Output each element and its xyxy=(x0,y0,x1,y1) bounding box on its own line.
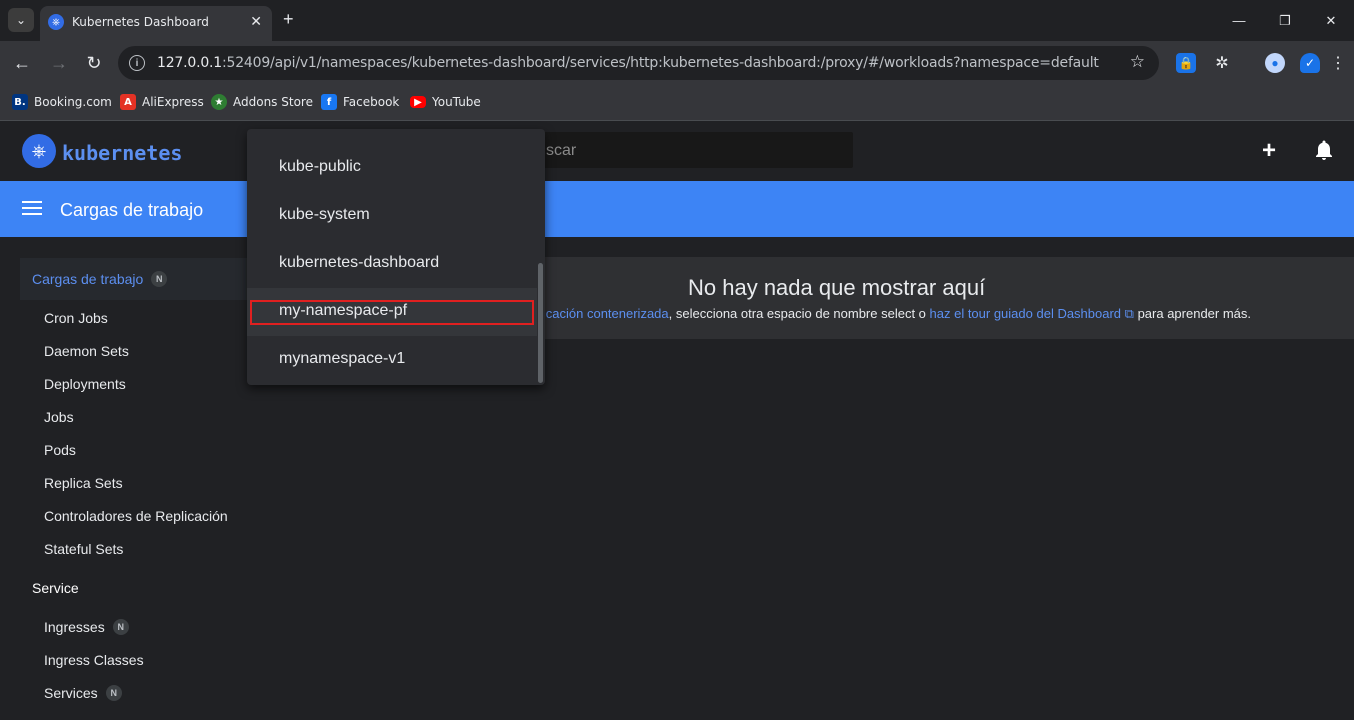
namespace-option[interactable]: kube-public xyxy=(247,144,537,192)
search-input[interactable]: scar xyxy=(500,132,853,168)
sidebar-item-daemon-sets[interactable]: Daemon Sets xyxy=(44,343,129,359)
close-tab-icon[interactable]: ✕ xyxy=(250,13,262,30)
bookmark-youtube[interactable]: ▶ YouTube xyxy=(410,93,481,111)
app-header: ⎈ kubernetes scar + xyxy=(0,121,1354,181)
sidebar-item-replication-controllers[interactable]: Controladores de Replicación xyxy=(44,508,228,524)
reload-icon[interactable]: ↻ xyxy=(82,51,106,75)
bookmark-facebook[interactable]: f Facebook xyxy=(321,93,399,111)
dropdown-scrollbar[interactable] xyxy=(538,263,543,383)
section-title: Cargas de trabajo xyxy=(60,200,204,220)
security-extension-icon[interactable]: ✓ xyxy=(1300,53,1320,73)
kubernetes-favicon-icon: ⎈ xyxy=(48,14,64,30)
section-toolbar: Cargas de trabajo xyxy=(0,181,1354,237)
namespace-option[interactable]: kube-system xyxy=(247,192,537,240)
sidebar-item-jobs[interactable]: Jobs xyxy=(44,409,74,425)
external-link-icon: ⧉ xyxy=(1121,306,1134,321)
browser-toolbar: ← → ↻ i 127.0.0.1:52409/api/v1/namespace… xyxy=(0,41,1354,86)
forward-icon[interactable]: → xyxy=(47,51,71,75)
restore-icon[interactable]: ❐ xyxy=(1262,0,1308,41)
brand-title[interactable]: kubernetes xyxy=(62,141,182,165)
sidebar-group-workloads[interactable]: Cargas de trabajo N xyxy=(20,258,248,300)
profile-avatar-icon[interactable]: ● xyxy=(1265,53,1285,73)
sidebar-item-replica-sets[interactable]: Replica Sets xyxy=(44,475,123,491)
tab-search-button[interactable]: ⌄ xyxy=(8,8,34,32)
namespaced-badge: N xyxy=(112,619,129,635)
bookmark-aliexpress[interactable]: A AliExpress xyxy=(120,93,204,111)
namespace-option[interactable]: kubernetes-dashboard xyxy=(247,240,537,288)
sidebar-nav: Cargas de trabajo N Cron Jobs Daemon Set… xyxy=(0,237,248,720)
site-info-icon[interactable]: i xyxy=(129,55,145,71)
sidebar-group-service[interactable]: Service xyxy=(20,567,248,609)
address-bar[interactable]: i 127.0.0.1:52409/api/v1/namespaces/kube… xyxy=(118,46,1159,80)
sidebar-item-cron-jobs[interactable]: Cron Jobs xyxy=(44,310,108,326)
bookmark-booking[interactable]: B. Booking.com xyxy=(12,93,112,111)
sidebar-item-ingresses[interactable]: Ingresses N xyxy=(44,619,129,635)
addons-icon: ★ xyxy=(211,94,227,110)
namespaced-badge: N xyxy=(105,685,122,701)
sidebar-item-pods[interactable]: Pods xyxy=(44,442,76,458)
deploy-app-link[interactable]: licación contenerizada xyxy=(540,306,669,321)
sidebar-item-services[interactable]: Services N xyxy=(44,685,122,701)
bookmarks-bar: B. Booking.com A AliExpress ★ Addons Store … xyxy=(0,86,1354,121)
bookmark-addons[interactable]: ★ Addons Store xyxy=(211,93,313,111)
empty-state-title: No hay nada que mostrar aquí xyxy=(688,275,986,300)
namespace-option[interactable]: mynamespace-v1 xyxy=(247,336,537,384)
facebook-icon: f xyxy=(321,94,337,110)
namespaced-badge: N xyxy=(151,271,168,287)
booking-icon: B. xyxy=(12,94,28,110)
minimize-icon[interactable]: — xyxy=(1216,0,1262,41)
highlight-box xyxy=(250,300,534,325)
kubernetes-logo-icon[interactable]: ⎈ xyxy=(22,134,56,168)
sidebar-item-stateful-sets[interactable]: Stateful Sets xyxy=(44,541,123,557)
aliexpress-icon: A xyxy=(120,94,136,110)
namespace-dropdown: kube-public kube-system kubernetes-dashb… xyxy=(247,129,545,385)
bookmark-star-icon[interactable]: ☆ xyxy=(1130,52,1145,72)
extension-shield-icon[interactable]: 🔒 xyxy=(1176,53,1196,73)
tab-title: Kubernetes Dashboard xyxy=(72,15,209,29)
sidebar-item-deployments[interactable]: Deployments xyxy=(44,376,126,392)
extensions-puzzle-icon[interactable]: ✲ xyxy=(1212,53,1232,73)
back-icon[interactable]: ← xyxy=(10,51,34,75)
window-controls: — ❐ ✕ xyxy=(1216,0,1354,41)
browser-tab[interactable]: ⎈ Kubernetes Dashboard ✕ xyxy=(40,6,272,41)
url-text: 127.0.0.1:52409/api/v1/namespaces/kubern… xyxy=(157,55,1099,71)
create-resource-icon[interactable]: + xyxy=(1262,137,1276,165)
new-tab-button[interactable]: + xyxy=(283,9,294,30)
close-window-icon[interactable]: ✕ xyxy=(1308,0,1354,41)
dashboard-tour-link[interactable]: haz el tour guiado del Dashboard xyxy=(930,306,1122,321)
notifications-bell-icon[interactable] xyxy=(1312,138,1336,162)
menu-kebab-icon[interactable]: ⋮ xyxy=(1328,53,1348,73)
tab-bar: ⌄ ⎈ Kubernetes Dashboard ✕ + — ❐ ✕ xyxy=(0,0,1354,41)
empty-state-text: licación contenerizada, selecciona otra … xyxy=(540,306,1252,321)
sidebar-item-ingress-classes[interactable]: Ingress Classes xyxy=(44,652,144,668)
hamburger-menu-icon[interactable] xyxy=(22,201,42,215)
youtube-icon: ▶ xyxy=(410,96,426,108)
